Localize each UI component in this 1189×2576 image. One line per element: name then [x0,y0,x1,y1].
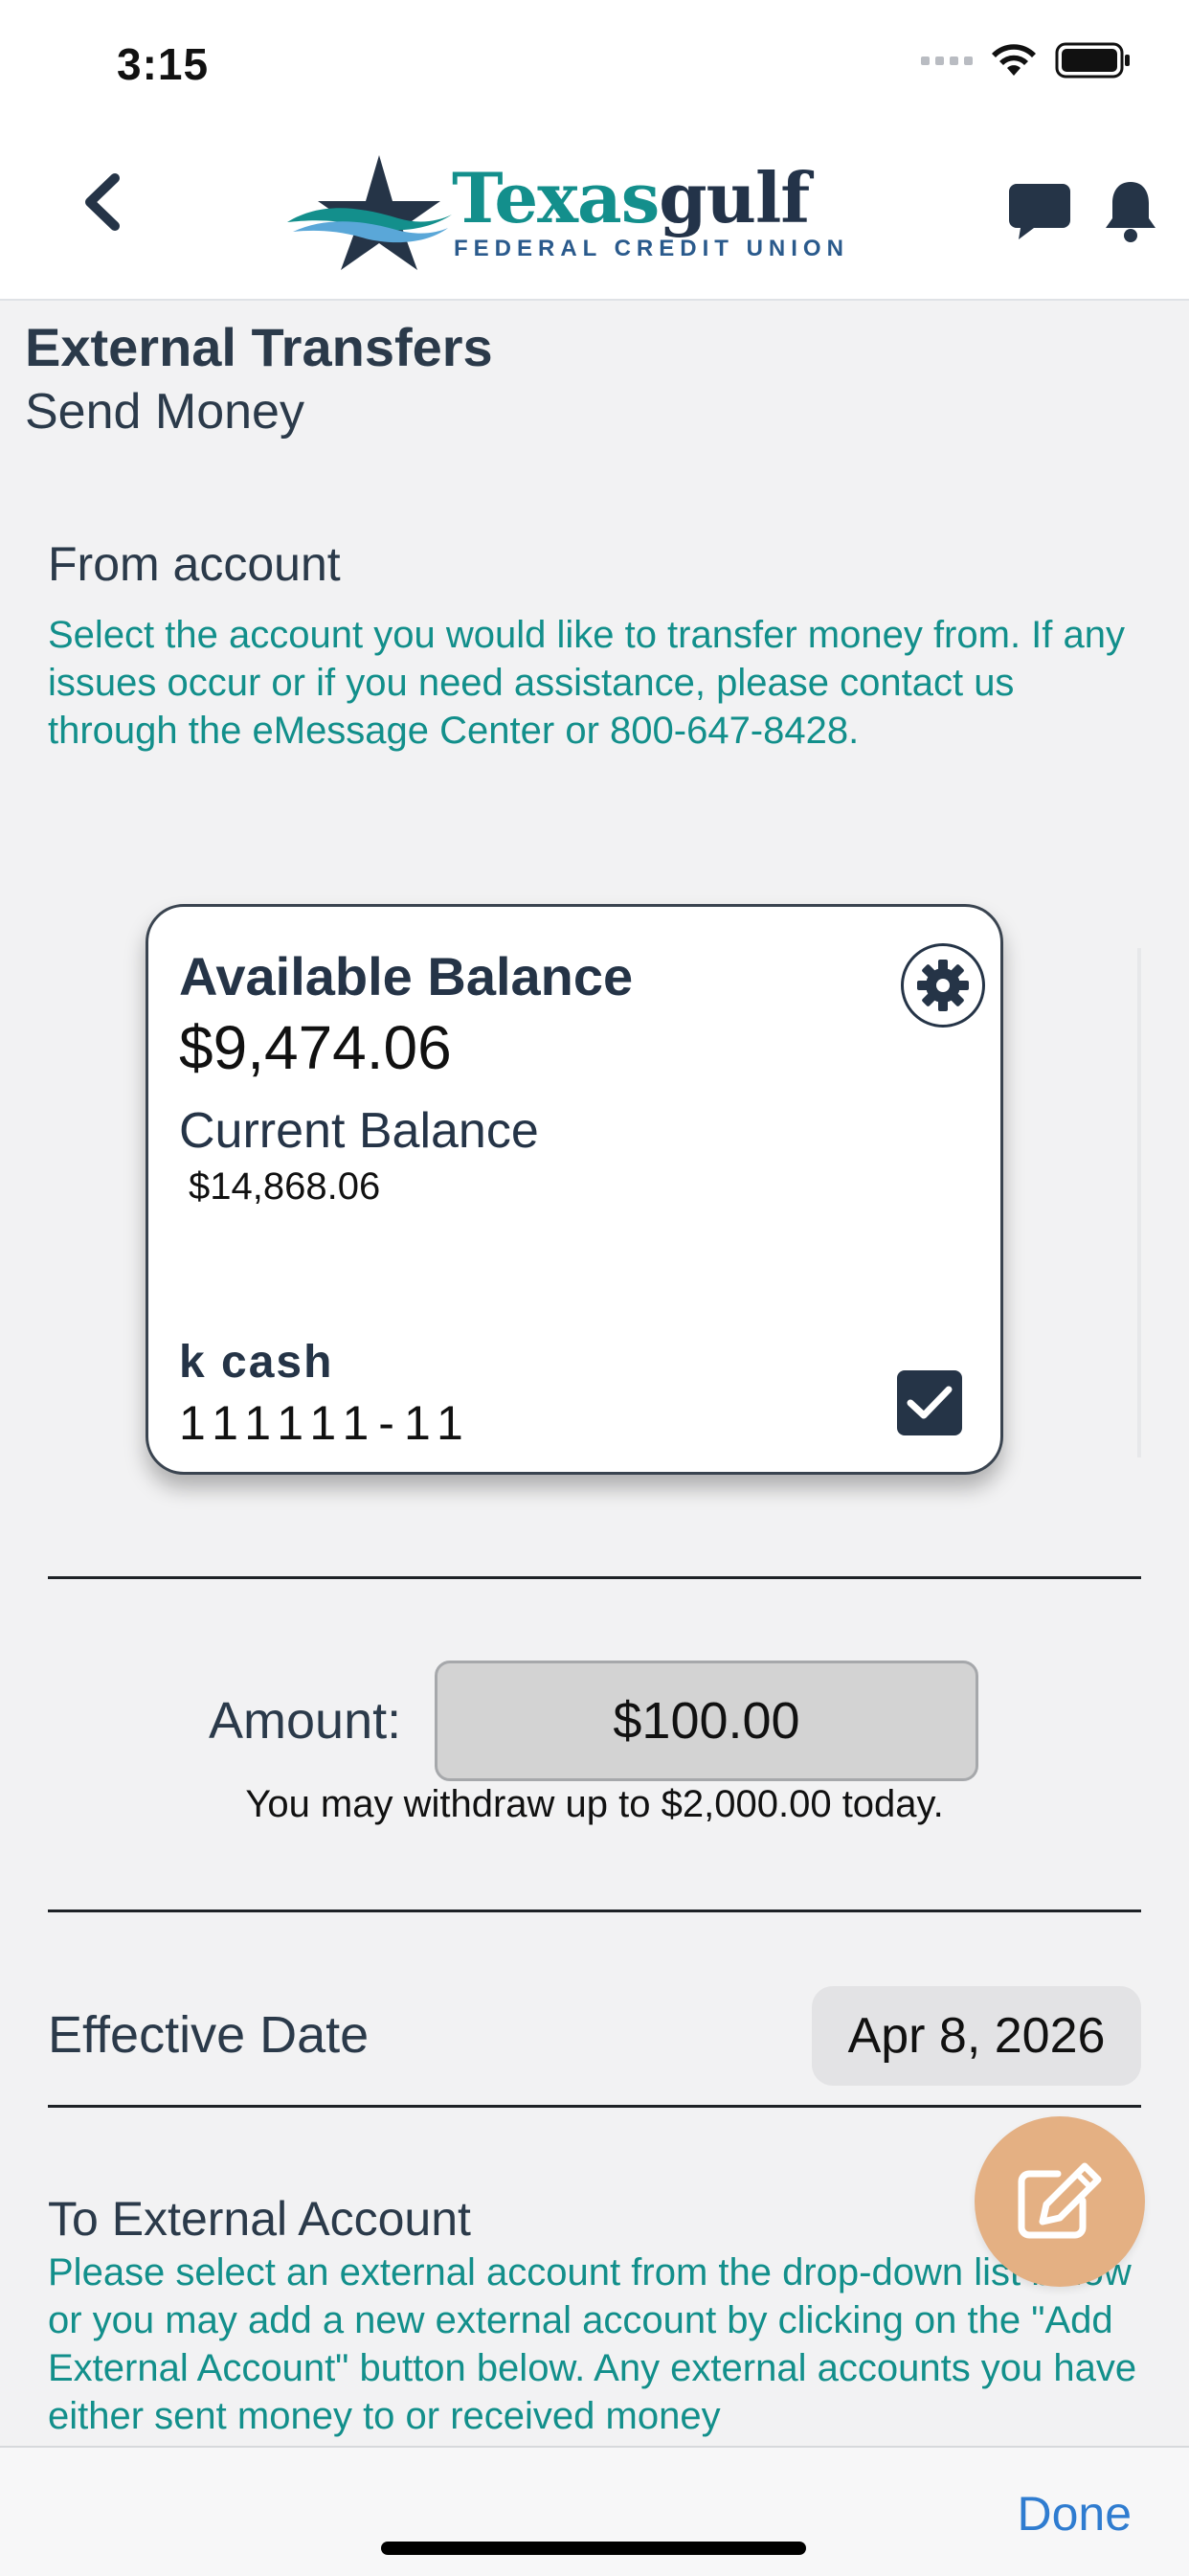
amount-label: Amount: [209,1692,402,1750]
checkbox-checked-icon [907,1386,953,1419]
edit-pencil-icon [1018,2162,1102,2239]
available-balance-value: $9,474.06 [179,1013,452,1082]
from-account-title: From account [48,537,341,591]
back-button[interactable] [80,172,123,237]
gear-icon [917,960,969,1011]
done-button[interactable]: Done [1017,2486,1132,2542]
available-balance-label: Available Balance [179,946,634,1006]
logo-star-icon [287,155,452,270]
messages-button[interactable] [1007,182,1072,246]
amount-input[interactable]: $100.00 [435,1661,978,1781]
divider [48,1909,1141,1912]
withdraw-limit-note: You may withdraw up to $2,000.00 today. [245,1783,944,1825]
page-subtitle: Send Money [25,384,304,440]
page-title: External Transfers [25,317,493,377]
to-external-account-title: To External Account [48,2192,471,2246]
top-bar: 3:15 Texasgulf FEDERAL CREDIT UNION [0,0,1189,301]
logo-wordmark: Texasgulf [452,157,810,238]
back-chevron-icon [85,173,120,231]
account-settings-button[interactable] [901,943,985,1028]
logo-subtitle: FEDERAL CREDIT UNION [454,236,849,261]
battery-icon [1055,42,1130,79]
account-number: 111111-11 [179,1396,473,1450]
account-card[interactable]: Available Balance $9,474.06 Current Bala… [146,904,1003,1475]
wifi-icon [992,44,1036,76]
chat-bubble-icon [1009,184,1070,239]
effective-date-label: Effective Date [48,2006,370,2064]
account-name: k cash [179,1337,334,1388]
notifications-button[interactable] [1103,178,1158,248]
compose-button[interactable] [975,2116,1145,2287]
bottom-toolbar: Done [0,2446,1189,2576]
next-card-peek[interactable] [1137,948,1141,1457]
status-time: 3:15 [117,39,210,89]
account-select-checkbox[interactable] [897,1370,962,1435]
effective-date-picker[interactable]: Apr 8, 2026 [812,1986,1141,2086]
texasgulf-logo: Texasgulf FEDERAL CREDIT UNION [283,151,843,270]
bell-icon [1106,182,1155,242]
home-indicator [381,2542,806,2555]
to-external-account-description: Please select an external account from t… [48,2251,1137,2437]
divider [48,2105,1141,2108]
cellular-signal-icon [921,56,973,65]
current-balance-value: $14,868.06 [189,1165,381,1208]
divider [48,1576,1141,1579]
current-balance-label: Current Balance [179,1103,539,1159]
from-account-description: Select the account you would like to tra… [48,614,1125,752]
status-icons [921,42,1132,79]
